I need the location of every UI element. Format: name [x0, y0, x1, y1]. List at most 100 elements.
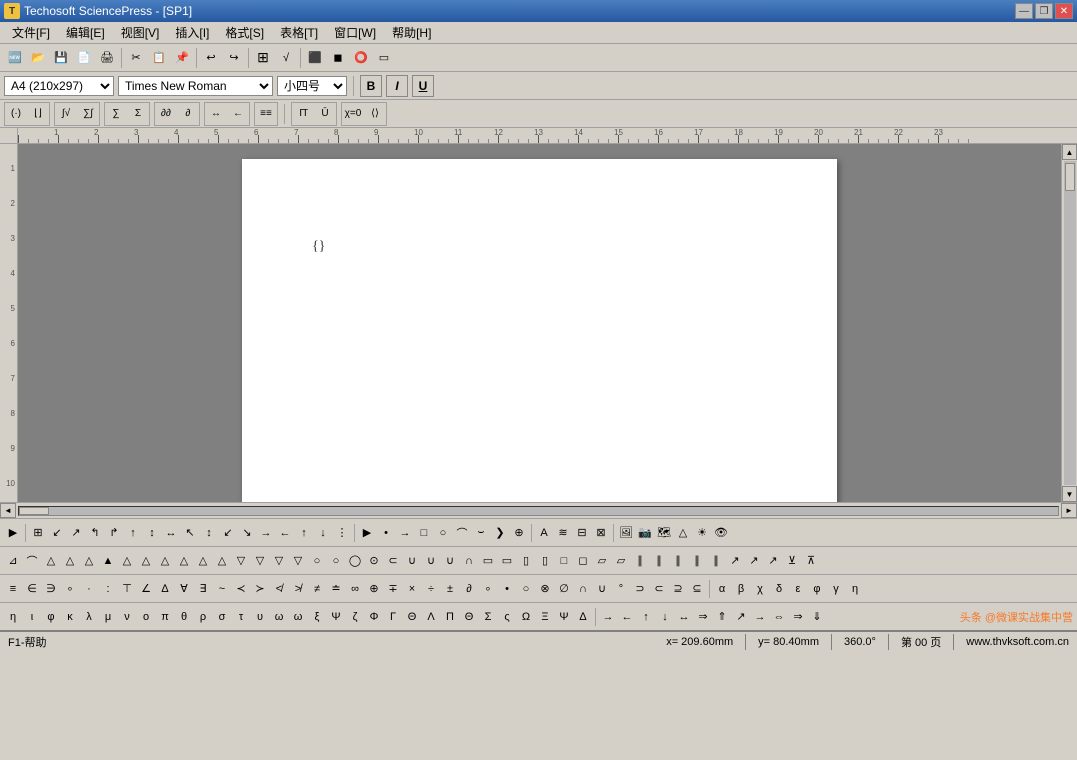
minimize-button[interactable]: — [1015, 3, 1033, 19]
sym2-xi[interactable]: ξ [308, 607, 326, 627]
formula-btn[interactable]: √ [275, 47, 297, 69]
black-square-btn[interactable]: ⬛ [304, 47, 326, 69]
shape-btn-29[interactable]: ▯ [536, 551, 554, 571]
sym-doteq[interactable]: ≐ [327, 579, 345, 599]
draw-btn-11[interactable]: ↘ [238, 523, 256, 543]
menu-file[interactable]: 文件[F] [4, 22, 58, 43]
draw-btn-7[interactable]: ↔ [162, 523, 180, 543]
print-button[interactable]: 🖨 [96, 47, 118, 69]
sym-dot1[interactable]: ∘ [61, 579, 79, 599]
sym-oplus[interactable]: ⊕ [365, 579, 383, 599]
shape-btn-42[interactable]: ⊻ [783, 551, 801, 571]
sym2-Theta2[interactable]: Θ [460, 607, 478, 627]
draw-btn-9[interactable]: ↕ [200, 523, 218, 543]
new-button[interactable]: 🆕 [4, 47, 26, 69]
shape-btn-22[interactable]: ∪ [403, 551, 421, 571]
shape-btn-41[interactable]: ↗ [764, 551, 782, 571]
sym-supset[interactable]: ⊃ [631, 579, 649, 599]
bracket-btn1[interactable]: (·) [6, 104, 26, 124]
sym-inf[interactable]: ∞ [346, 579, 364, 599]
shape-btn-13[interactable]: ▽ [232, 551, 250, 571]
u-overline-btn[interactable]: Ū [315, 104, 335, 124]
sym2-Rarr2[interactable]: ⇒ [789, 607, 807, 627]
draw-btn-grid[interactable]: ⊞ [29, 523, 47, 543]
shape-btn-36[interactable]: ∥ [669, 551, 687, 571]
sym2-rarr[interactable]: → [599, 607, 617, 627]
shape-btn-28[interactable]: ▯ [517, 551, 535, 571]
sum-btn1[interactable]: ∑ [106, 104, 126, 124]
sym2-mu[interactable]: μ [99, 607, 117, 627]
sym-in[interactable]: ∈ [23, 579, 41, 599]
sym-beta[interactable]: β [732, 579, 750, 599]
sym2-upsilon[interactable]: υ [251, 607, 269, 627]
shape-btn-18[interactable]: ○ [327, 551, 345, 571]
italic-button[interactable]: I [386, 75, 408, 97]
scroll-up-button[interactable]: ▲ [1062, 144, 1077, 160]
save-button[interactable]: 💾 [50, 47, 72, 69]
sym2-Psi2[interactable]: Ψ [555, 607, 573, 627]
hscroll-thumb[interactable] [19, 507, 49, 515]
sym-nlt[interactable]: ≮ [270, 579, 288, 599]
sym-empty[interactable]: ∅ [555, 579, 573, 599]
shape-btn-26[interactable]: ▭ [479, 551, 497, 571]
draw-btn-rect[interactable]: □ [415, 523, 433, 543]
shape-btn-14[interactable]: ▽ [251, 551, 269, 571]
draw-btn-arc2[interactable]: ⌣ [472, 523, 490, 543]
redo-button[interactable]: ↪ [223, 47, 245, 69]
shape-btn-7[interactable]: △ [118, 551, 136, 571]
draw-btn-10[interactable]: ↙ [219, 523, 237, 543]
sym2-eta[interactable]: η [4, 607, 22, 627]
sym-subseteq[interactable]: ⊆ [688, 579, 706, 599]
shape-btn-30[interactable]: □ [555, 551, 573, 571]
sym2-darr[interactable]: ↓ [656, 607, 674, 627]
menu-edit[interactable]: 编辑[E] [58, 22, 113, 43]
draw-btn-2[interactable]: ↗ [67, 523, 85, 543]
shape-btn-8[interactable]: △ [137, 551, 155, 571]
sym-times[interactable]: × [403, 579, 421, 599]
sym-partial[interactable]: ∂ [460, 579, 478, 599]
sym-bullet[interactable]: • [498, 579, 516, 599]
sym2-Sigma[interactable]: Σ [479, 607, 497, 627]
draw-btn-img3[interactable]: 🗺 [655, 523, 673, 543]
draw-btn-12[interactable]: → [257, 523, 275, 543]
sym2-Darr[interactable]: ⇓ [808, 607, 826, 627]
draw-btn-16[interactable]: ⋮ [333, 523, 351, 543]
sym-angle[interactable]: ∠ [137, 579, 155, 599]
sym-cdot[interactable]: · [80, 579, 98, 599]
sym2-zeta[interactable]: ζ [346, 607, 364, 627]
shape-btn-40[interactable]: ↗ [745, 551, 763, 571]
sym2-sigma[interactable]: σ [213, 607, 231, 627]
sym2-Uarr[interactable]: ⇑ [713, 607, 731, 627]
shape-btn-10[interactable]: △ [175, 551, 193, 571]
font-size-select[interactable]: 小四号 [277, 76, 347, 96]
draw-btn-eye[interactable]: 👁 [712, 523, 730, 543]
shape-btn-4[interactable]: △ [61, 551, 79, 571]
sym2-Omega[interactable]: Ω [517, 607, 535, 627]
shape-btn-39[interactable]: ↗ [726, 551, 744, 571]
sym2-lambda[interactable]: λ [80, 607, 98, 627]
shape-btn-15[interactable]: ▽ [270, 551, 288, 571]
draw-btn-sun[interactable]: ☀ [693, 523, 711, 543]
small-square-btn[interactable]: ◼ [327, 47, 349, 69]
draw-btn-15[interactable]: ↓ [314, 523, 332, 543]
sym2-Gamma[interactable]: Γ [384, 607, 402, 627]
draw-btn-5[interactable]: ↑ [124, 523, 142, 543]
menu-help[interactable]: 帮助[H] [384, 22, 439, 43]
sym-succ[interactable]: ≻ [251, 579, 269, 599]
draw-btn-wv[interactable]: ≋ [554, 523, 572, 543]
sym-prec[interactable]: ≺ [232, 579, 250, 599]
shape-btn-20[interactable]: ⊙ [365, 551, 383, 571]
sym-div[interactable]: ÷ [422, 579, 440, 599]
cut-button[interactable]: ✂ [125, 47, 147, 69]
draw-btn-rarr[interactable]: → [396, 523, 414, 543]
restore-button[interactable]: ❐ [1035, 3, 1053, 19]
scroll-down-button[interactable]: ▼ [1062, 486, 1077, 502]
sym2-varsigma[interactable]: ς [498, 607, 516, 627]
sym2-larr[interactable]: ← [618, 607, 636, 627]
angle-bracket-btn[interactable]: ⟨⟩ [365, 104, 385, 124]
shape-btn-43[interactable]: ⊼ [802, 551, 820, 571]
integral-btn2[interactable]: ∑∫ [78, 104, 98, 124]
draw-btn-arrow[interactable]: ▶ [358, 523, 376, 543]
sym-eta2[interactable]: η [846, 579, 864, 599]
pi-overline-btn[interactable]: Π̄ [293, 104, 313, 124]
